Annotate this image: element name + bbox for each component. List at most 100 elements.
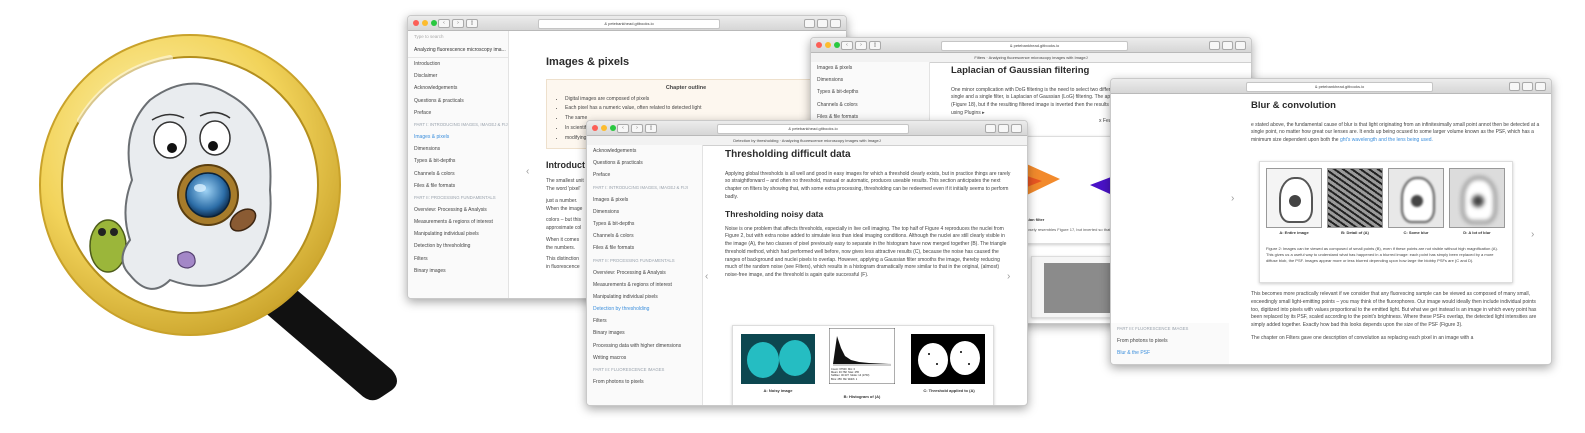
sidebar-item[interactable]: Filters (408, 253, 508, 265)
sidebar-item[interactable]: Detection by thresholding (587, 303, 702, 315)
page-title: Blur & convolution (1251, 100, 1336, 111)
sidebar-toggle-button[interactable]: ▯ (466, 19, 478, 28)
paragraph: The chapter on Filters gave one descript… (1251, 334, 1474, 341)
prev-page-arrow[interactable]: › (1231, 193, 1234, 204)
sidebar-item[interactable]: Detection by thresholding (408, 240, 508, 252)
sidebar-item[interactable]: Channels & colors (587, 230, 702, 242)
sidebar-item[interactable]: Filters (587, 315, 702, 327)
sidebar-part-heading: PART I: INTRODUCING IMAGES, IMAGEJ & FIJ… (414, 121, 508, 127)
sidebar-item[interactable]: Measurements & regions of interest (408, 216, 508, 228)
nucleus-icon (1411, 195, 1423, 207)
minimize-icon[interactable] (422, 20, 428, 26)
sidebar-item[interactable]: Overview: Processing & Analysis (587, 267, 702, 279)
close-icon[interactable] (816, 42, 822, 48)
sidebar-item[interactable]: Blur & the PSF (1111, 347, 1229, 359)
next-page-arrow[interactable]: › (1007, 271, 1010, 282)
maximize-icon[interactable] (431, 20, 437, 26)
sidebar-item[interactable]: From photons to pixels (1111, 335, 1229, 347)
address-bar[interactable]: & petebankhead.gitbooks.io (717, 124, 909, 134)
figure-label: B: Detail of (A) (1341, 230, 1369, 235)
sidebar-item[interactable]: Dimensions (811, 74, 929, 86)
sidebar-item[interactable]: Images & pixels (408, 131, 508, 143)
figure-label-a: A: Noisy image (763, 388, 793, 393)
sidebar-item[interactable]: Questions & practicals (587, 157, 702, 169)
sidebar-item[interactable]: Images & pixels (811, 62, 929, 74)
window-titlebar: ‹ › ▯ & petebankhead.gitbooks.io (811, 38, 1251, 53)
share-button[interactable] (1509, 82, 1520, 91)
sidebar-item[interactable]: Acknowledgements (408, 82, 508, 94)
maximize-icon[interactable] (834, 42, 840, 48)
sidebar-toggle-button[interactable]: ▯ (869, 41, 881, 50)
sidebar-item[interactable]: Preface (408, 107, 508, 119)
new-tab-button[interactable] (1011, 124, 1022, 133)
sidebar-item[interactable]: Binary images (408, 265, 508, 277)
page-title: Images & pixels (546, 56, 630, 68)
maximize-icon[interactable] (610, 125, 616, 131)
new-tab-button[interactable] (1535, 82, 1546, 91)
new-tab-button[interactable] (830, 19, 841, 28)
address-bar[interactable]: & petebankhead.gitbooks.io (941, 41, 1128, 51)
tabs-button[interactable] (817, 19, 828, 28)
search-input[interactable]: Type to search (408, 31, 508, 43)
close-icon[interactable] (592, 125, 598, 131)
sidebar-item[interactable]: Files & file formats (408, 180, 508, 192)
nucleus-icon (1472, 195, 1484, 207)
sidebar-item[interactable]: Types & bit-depths (587, 218, 702, 230)
sidebar-item[interactable]: Channels & colors (408, 168, 508, 180)
sidebar-item[interactable]: Acknowledgements (587, 145, 702, 157)
back-button[interactable]: ‹ (617, 124, 629, 133)
tabs-button[interactable] (1522, 82, 1533, 91)
share-button[interactable] (985, 124, 996, 133)
book-title[interactable]: Analyzing fluorescence microscopy ima... (408, 43, 508, 58)
main-content-lower: This becomes more practically relevant i… (1251, 291, 1541, 348)
back-button[interactable]: ‹ (841, 41, 853, 50)
share-button[interactable] (804, 19, 815, 28)
forward-button[interactable]: › (631, 124, 643, 133)
sidebar-item[interactable]: Measurements & regions of interest (587, 279, 702, 291)
sidebar-part-heading: PART III: FLUORESCENCE IMAGES (593, 367, 665, 372)
back-button[interactable]: ‹ (438, 19, 450, 28)
share-button[interactable] (1209, 41, 1220, 50)
sidebar-item[interactable]: Manipulating individual pixels (587, 291, 702, 303)
minimize-icon[interactable] (601, 125, 607, 131)
paragraph: e stated above, the fundamental cause of… (1251, 121, 1540, 144)
wavelength-link[interactable]: ght's wavelength and the lens being used… (1340, 137, 1433, 143)
sidebar-item[interactable]: Preface (587, 169, 702, 181)
figure-label: A: Entire image (1279, 230, 1309, 235)
sidebar-item[interactable]: From photons to pixels (587, 376, 702, 388)
sidebar-item[interactable]: Questions & practicals (408, 95, 508, 107)
sidebar-item[interactable]: Writing macros (587, 352, 702, 364)
sidebar-item[interactable]: Processing data with higher dimensions (587, 340, 702, 352)
prev-page-arrow[interactable]: ‹ (705, 271, 708, 282)
sidebar-item[interactable]: Introduction (408, 58, 508, 70)
figure-label-c: C: Threshold applied to (A) (923, 388, 975, 393)
main-content: Blur & convolution e stated above, the f… (1251, 99, 1541, 150)
next-page-arrow[interactable]: › (1531, 229, 1534, 240)
paragraph: Noise is one problem that affects thresh… (725, 225, 1007, 279)
sidebar-item[interactable]: Channels & colors (811, 99, 929, 111)
sidebar-item[interactable]: Files & file formats (587, 242, 702, 254)
sidebar-item[interactable]: Overview: Processing & Analysis (408, 204, 508, 216)
new-tab-button[interactable] (1235, 41, 1246, 50)
address-bar[interactable]: & petebankhead.gitbooks.io (1246, 82, 1433, 92)
sidebar-item[interactable]: Images & pixels (587, 194, 702, 206)
forward-button[interactable]: › (452, 19, 464, 28)
sidebar-item[interactable]: Types & bit-depths (811, 86, 929, 98)
minimize-icon[interactable] (825, 42, 831, 48)
forward-button[interactable]: › (855, 41, 867, 50)
sidebar-item[interactable]: Types & bit-depths (408, 155, 508, 167)
sidebar-item[interactable]: Manipulating individual pixels (408, 228, 508, 240)
main-content: Thresholding difficult data Applying glo… (725, 147, 1012, 285)
tabs-button[interactable] (1222, 41, 1233, 50)
paragraph: This becomes more practically relevant i… (1251, 291, 1537, 328)
address-bar[interactable]: & petebankhead.gitbooks.io (538, 19, 720, 29)
sidebar-item[interactable]: Dimensions (408, 143, 508, 155)
sidebar-item[interactable]: Dimensions (587, 206, 702, 218)
close-icon[interactable] (413, 20, 419, 26)
sidebar-item[interactable]: Disclaimer (408, 70, 508, 82)
browser-window-blur: & petebankhead.gitbooks.io Blur & convol… (1110, 78, 1552, 365)
prev-page-arrow[interactable]: ‹ (526, 166, 529, 177)
sidebar-item[interactable]: Binary images (587, 327, 702, 339)
sidebar-toggle-button[interactable]: ▯ (645, 124, 657, 133)
tabs-button[interactable] (998, 124, 1009, 133)
